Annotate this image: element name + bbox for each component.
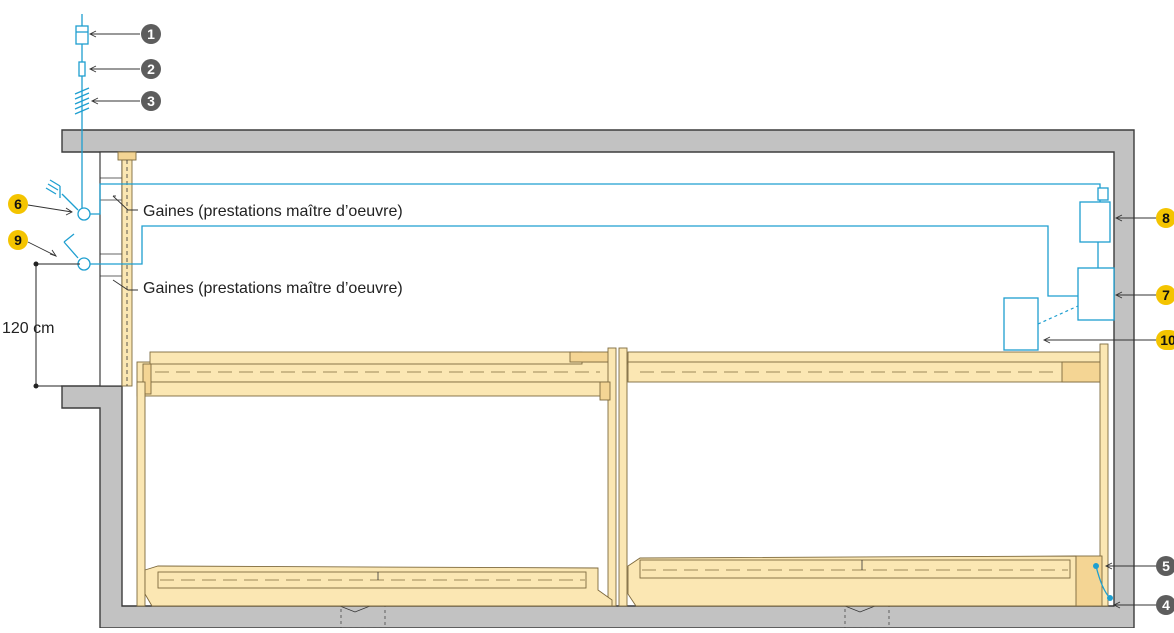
fuse-icon	[78, 61, 86, 77]
wireless-link	[1037, 305, 1079, 325]
wall-cutout	[99, 151, 123, 387]
height-dimension: 120 cm	[2, 261, 80, 389]
diagram-canvas: 120 cm Gaines (prestations maître d’oeuv…	[2, 14, 1174, 629]
gaines-label-bottom: Gaines (prestations maître d’oeuvre)	[143, 280, 403, 297]
supply-line	[74, 14, 90, 214]
callout-badges: 1 2 3 4 5 6 7 8 9 10	[8, 24, 1174, 615]
svg-text:4: 4	[1162, 597, 1170, 613]
meter-icon	[75, 25, 89, 45]
lower-rack-left	[144, 565, 613, 607]
device-10	[1003, 297, 1079, 351]
callout-leaders	[27, 30, 1156, 609]
svg-text:8: 8	[1162, 210, 1170, 226]
wall-conduit-block	[99, 151, 123, 387]
svg-text:3: 3	[147, 93, 155, 109]
callout-9: 9	[8, 230, 28, 250]
device-7	[1077, 267, 1115, 321]
svg-text:9: 9	[14, 232, 22, 248]
device-10-box	[1003, 297, 1039, 351]
device-8	[1079, 187, 1111, 268]
upper-rack-left	[136, 351, 614, 397]
callout-2: 2	[141, 59, 161, 79]
svg-text:7: 7	[1162, 287, 1170, 303]
cross-section-diagram: 120 cm Gaines (prestations maître d’oeuv…	[0, 0, 1174, 629]
callout-5: 5	[1156, 556, 1174, 576]
device-8-box	[1079, 201, 1111, 243]
callout-8: 8	[1156, 208, 1174, 228]
svg-text:1: 1	[147, 26, 155, 42]
callout-3: 3	[141, 91, 161, 111]
gaines-annotations: Gaines (prestations maître d’oeuvre) Gai…	[112, 195, 403, 297]
lower-rack-right	[627, 555, 1103, 607]
svg-text:10: 10	[1160, 332, 1174, 348]
callout-4: 4	[1156, 595, 1174, 615]
svg-text:6: 6	[14, 196, 22, 212]
gaines-label-top: Gaines (prestations maître d’oeuvre)	[143, 203, 403, 220]
callout-6: 6	[8, 194, 28, 214]
callout-7: 7	[1156, 285, 1174, 305]
socket-6-icon	[77, 207, 91, 221]
callout-1: 1	[141, 24, 161, 44]
dimension-label: 120 cm	[2, 320, 54, 337]
upper-rack-right	[627, 351, 1105, 383]
svg-text:5: 5	[1162, 558, 1170, 574]
svg-text:2: 2	[147, 61, 155, 77]
device-7-box	[1077, 267, 1115, 321]
callout-10: 10	[1156, 330, 1174, 350]
